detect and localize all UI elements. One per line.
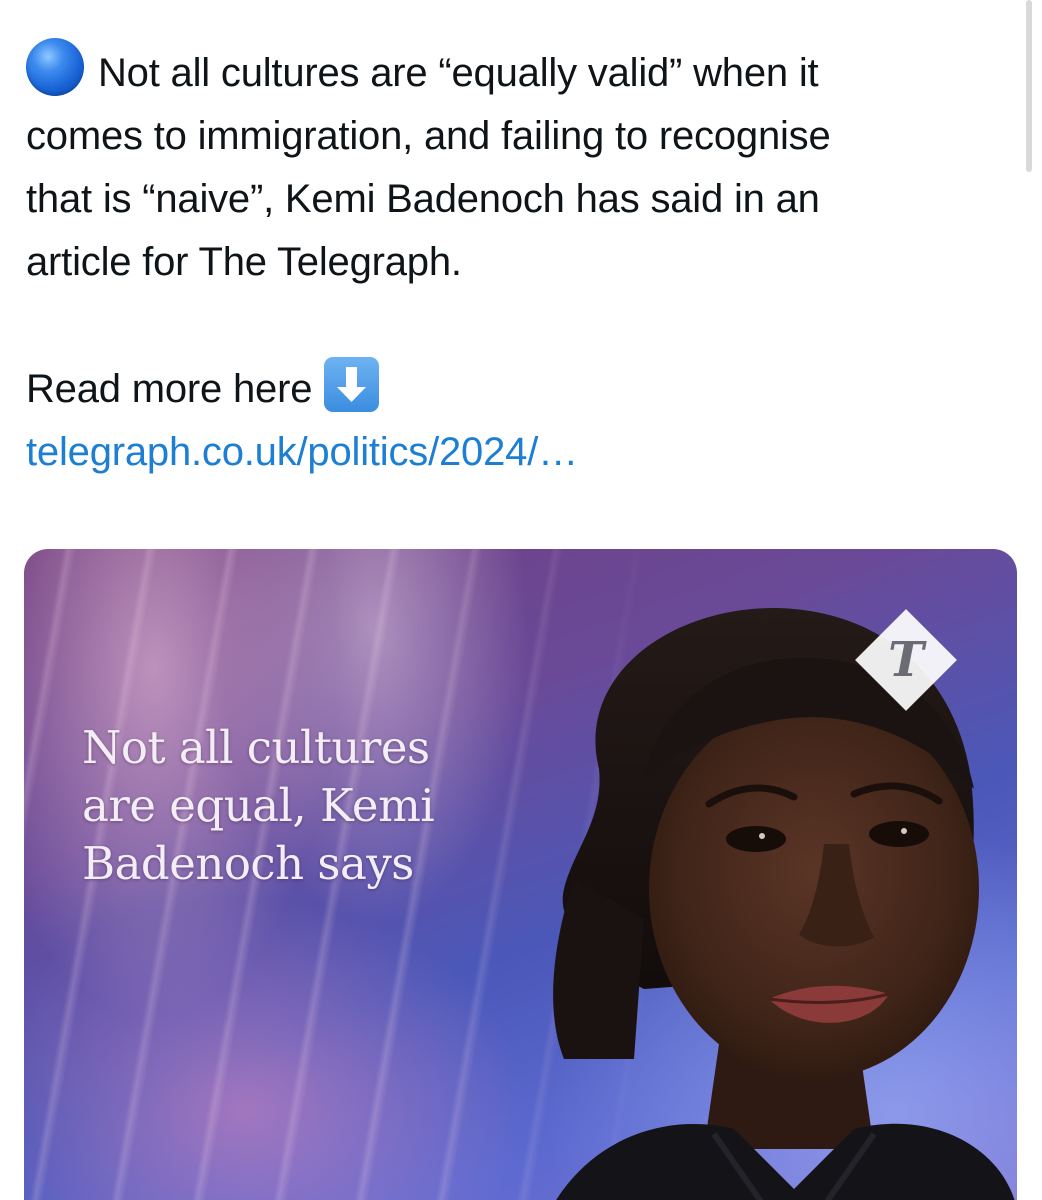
telegraph-logo-icon: T [855, 609, 957, 711]
headline-line: Not all cultures [82, 721, 430, 774]
tweet-text: Not all cultures are “equally valid” whe… [26, 38, 1011, 484]
card-headline: Not all cultures are equal, Kemi Badenoc… [82, 719, 552, 893]
headline-line: Badenoch says [82, 837, 414, 890]
headline-line: are equal, Kemi [82, 779, 435, 832]
tweet-line: comes to immigration, and failing to rec… [26, 114, 831, 158]
tweet-line: article for The Telegraph. [26, 240, 462, 284]
scrollbar[interactable] [1026, 0, 1032, 172]
read-more-text: Read more here [26, 367, 313, 411]
tweet-line: Not all cultures are “equally valid” whe… [26, 38, 1011, 105]
article-card-image[interactable]: T Not all cultures are equal, Kemi Baden… [24, 549, 1017, 1200]
blue-circle-icon [26, 38, 84, 96]
tweet-line: that is “naive”, Kemi Badenoch has said … [26, 177, 820, 221]
link-line: telegraph.co.uk/politics/2024/… [26, 421, 1011, 484]
article-link[interactable]: telegraph.co.uk/politics/2024/… [26, 421, 578, 484]
read-more-line: Read more here [26, 357, 1011, 421]
svg-text:T: T [888, 632, 927, 688]
down-arrow-icon [324, 357, 380, 412]
